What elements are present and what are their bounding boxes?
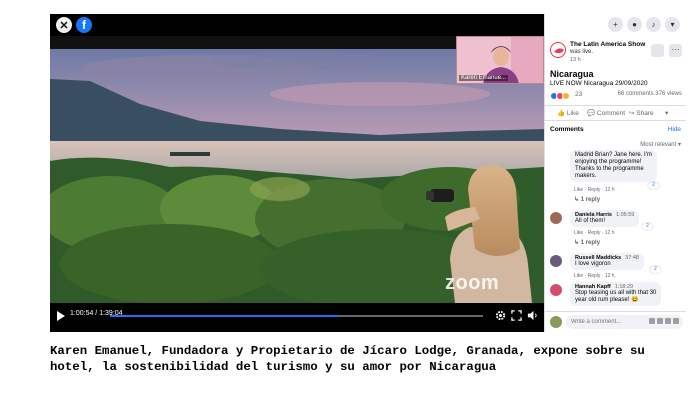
avatar[interactable] — [550, 284, 562, 296]
progress-bar[interactable] — [110, 315, 483, 317]
comment-actions[interactable]: Like · Reply · 12 h — [574, 230, 615, 236]
zoom-watermark: zoom — [445, 272, 500, 294]
comment-sort-select[interactable]: Most relevant ▾ — [640, 141, 681, 148]
comment-line: year old rum please! 😆 — [575, 297, 639, 303]
like-button[interactable]: 👍 Like — [557, 109, 579, 117]
replies-label: 1 reply — [580, 240, 601, 246]
comment-text: All of them! — [575, 218, 606, 224]
post-actions: 👍 Like 💬 Comment ↪ Share ▾ — [545, 105, 686, 121]
comment-bubble: Russell Maddicks 37:48 I love vigoron — [570, 253, 644, 270]
sticker-icon[interactable] — [673, 318, 679, 324]
comment-timestamp[interactable]: 37:48 — [625, 255, 639, 261]
post-timestamp[interactable]: 13 h · — [570, 57, 584, 63]
panel-top-bar: + ● ♪ ▾ — [545, 14, 686, 36]
more-options-icon[interactable]: ··· — [669, 44, 682, 57]
comment-line: Thanks to the programme — [575, 166, 644, 172]
post-stats[interactable]: 66 comments 376 views — [618, 91, 682, 97]
sort-label: Most relevant — [640, 142, 677, 148]
caption-text: Karen Emanuel, Fundadora y Propietario d… — [50, 344, 645, 374]
video-frame — [50, 49, 544, 303]
replies-label: 1 reply — [580, 197, 601, 203]
comment-actions[interactable]: Like · Reply · 12 h — [574, 273, 615, 279]
post-title: Nicaragua — [550, 69, 594, 79]
save-icon[interactable] — [651, 44, 664, 57]
play-icon[interactable] — [56, 310, 66, 322]
comment-timestamp[interactable]: 1:05:59 — [616, 212, 634, 218]
reaction-icons[interactable] — [550, 91, 570, 100]
participant-name: Karen Emanue... — [459, 75, 509, 81]
chevron-down-icon[interactable]: ▾ — [665, 17, 680, 32]
comment-line: enjoying the programme! — [575, 159, 642, 165]
view-replies-link[interactable]: ↳ 1 reply — [574, 239, 600, 246]
comment-like-badge[interactable]: 2 — [650, 266, 661, 273]
comment-button[interactable]: 💬 Comment — [587, 109, 625, 117]
audience-icon[interactable]: ▾ — [665, 109, 668, 117]
comment-bubble: Daniela Harris 1:05:59 All of them! — [570, 210, 640, 227]
emoji-icon[interactable] — [649, 318, 655, 324]
bell-icon[interactable]: ♪ — [646, 17, 661, 32]
gif-icon[interactable] — [665, 318, 671, 324]
view-replies-link[interactable]: ↳ 1 reply — [574, 196, 600, 203]
participant-thumbnail[interactable]: Karen Emanue... — [456, 36, 544, 84]
wow-reaction-icon — [562, 91, 570, 100]
hide-comments-link[interactable]: Hide — [668, 126, 681, 133]
comment-bubble: Madrid Brian? Jane here. I'm enjoying th… — [570, 150, 657, 182]
fullscreen-icon[interactable] — [511, 310, 522, 321]
post-panel: + ● ♪ ▾ The Latin America Show was live.… — [544, 14, 686, 332]
comment-like-badge[interactable]: 2 — [642, 223, 653, 230]
like-label: Like — [566, 110, 579, 117]
comment-text: I love vigoron — [575, 261, 611, 267]
plus-icon[interactable]: + — [608, 17, 623, 32]
reaction-count[interactable]: 23 — [575, 91, 582, 98]
share-button[interactable]: ↪ Share — [629, 109, 654, 117]
avatar[interactable] — [550, 255, 562, 267]
comment-line: makers. — [575, 173, 597, 179]
page-status: was live. — [570, 49, 594, 55]
avatar[interactable] — [550, 212, 562, 224]
avatar — [550, 316, 562, 328]
post-description: LIVE NOW Nicaragua 29/09/2020 — [550, 80, 648, 87]
comment-text: Stop teasing us all with that 30 year ol… — [575, 290, 656, 304]
comment-line: Stop teasing us all with that 30 — [575, 290, 657, 296]
comment-text: Madrid Brian? Jane here. I'm enjoying th… — [575, 152, 652, 180]
progress-fill — [110, 315, 340, 317]
video-top-bar: ✕ f — [50, 14, 544, 36]
comments-heading: Comments — [550, 126, 584, 133]
page-avatar[interactable] — [550, 42, 566, 58]
volume-icon[interactable] — [527, 310, 538, 321]
comment-actions[interactable]: Like · Reply · 12 h — [574, 187, 615, 193]
close-icon[interactable]: ✕ — [56, 17, 72, 33]
comment-like-badge[interactable]: 2 — [648, 182, 659, 189]
video-controls: 1:00:54 / 1:39:04 — [50, 303, 544, 332]
page-name[interactable]: The Latin America Show — [570, 41, 645, 48]
messenger-icon[interactable]: ● — [627, 17, 642, 32]
comment-line: Madrid Brian? Jane here. I'm — [575, 152, 652, 158]
share-label: Share — [636, 110, 654, 117]
video-player[interactable]: ✕ f Karen Emanue... zoom 1:00:54 / 1:39:… — [50, 14, 544, 332]
settings-icon[interactable] — [495, 310, 506, 321]
comment-composer — [545, 311, 686, 332]
facebook-icon[interactable]: f — [76, 17, 92, 33]
camera-icon[interactable] — [657, 318, 663, 324]
comment-label: Comment — [596, 110, 626, 117]
comment-bubble: Hannah Kapff 1:18:29 Stop teasing us all … — [570, 282, 662, 306]
